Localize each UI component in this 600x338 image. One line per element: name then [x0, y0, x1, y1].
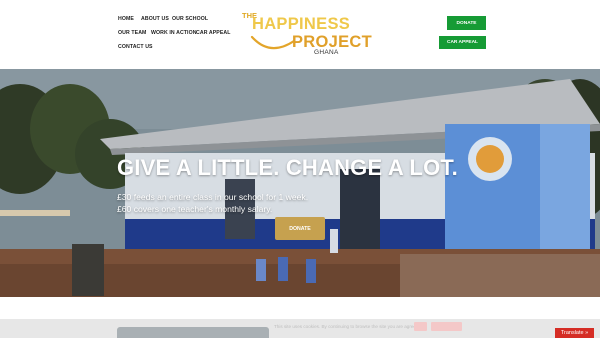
nav-about-us[interactable]: ABOUT US [141, 16, 169, 22]
hero-title: GIVE A LITTLE. CHANGE A LOT. [117, 155, 458, 180]
hero-donate-button[interactable]: DONATE [275, 217, 325, 240]
hero-subtitle-line-1: £30 feeds an entire class in our school … [117, 192, 309, 202]
logo-smile-icon [250, 35, 296, 50]
logo-happiness: HAPPINESS [252, 15, 351, 33]
header-donate-button[interactable]: DONATE [447, 16, 486, 30]
hero-background-image [0, 69, 600, 297]
cookie-policy-button[interactable] [431, 322, 462, 331]
nav-our-school[interactable]: OUR SCHOOL [172, 16, 208, 22]
hero-banner: GIVE A LITTLE. CHANGE A LOT. £30 feeds a… [0, 69, 600, 297]
nav-contact-us[interactable]: CONTACT US [118, 44, 153, 50]
nav-home[interactable]: HOME [118, 16, 134, 22]
logo-ghana: GHANA [314, 49, 339, 56]
nav-our-team[interactable]: OUR TEAM [118, 30, 146, 36]
site-logo[interactable]: THE HAPPINESS PROJECT GHANA [242, 11, 372, 57]
content-image [117, 327, 269, 338]
cookie-notice-text: This site uses cookies. By continuing to… [274, 324, 423, 329]
site-header: HOME ABOUT US OUR SCHOOL OUR TEAM WORK I… [0, 0, 600, 69]
translate-button[interactable]: Translate » [555, 328, 594, 338]
hero-subtitle-line-2: £60 covers one teacher's monthly salary. [117, 204, 273, 214]
nav-car-appeal[interactable]: CAR APPEAL [196, 30, 231, 36]
cookie-accept-button[interactable] [414, 322, 427, 331]
header-car-appeal-button[interactable]: CAR APPEAL [439, 36, 486, 49]
nav-work-in-action[interactable]: WORK IN ACTION [151, 30, 197, 36]
